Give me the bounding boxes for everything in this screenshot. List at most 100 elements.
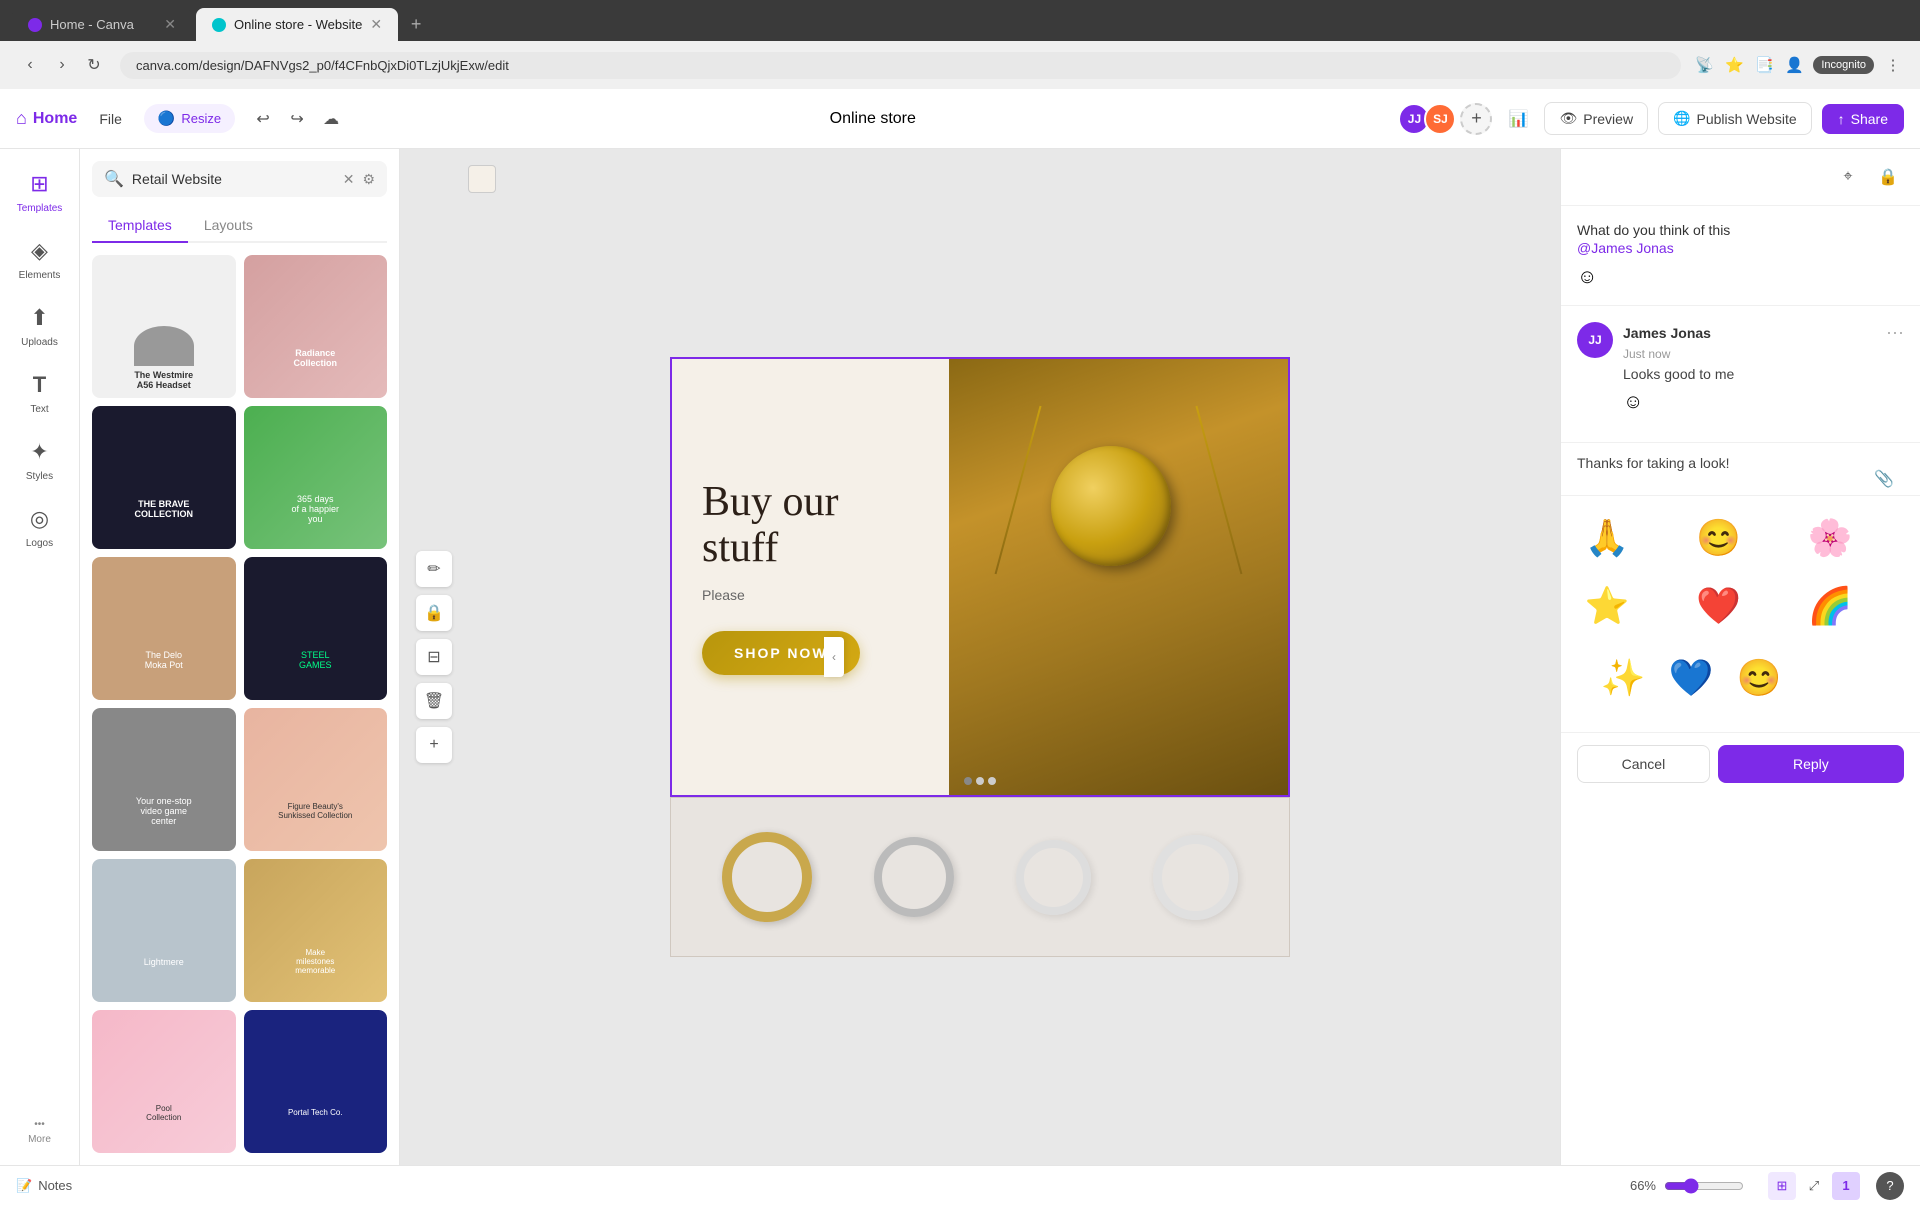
tab-layouts[interactable]: Layouts [188,209,269,243]
address-bar: ‹ › ↻ canva.com/design/DAFNVgs2_p0/f4CFn… [0,41,1920,89]
canvas-tool-group[interactable]: ⊟ [416,639,452,675]
page-count[interactable]: 1 [1832,1172,1860,1200]
emoji-smile-face[interactable]: 😊 [1729,648,1789,708]
back-button[interactable]: ‹ [16,51,44,79]
url-bar[interactable]: canva.com/design/DAFNVgs2_p0/f4CFnbQjxDi… [120,52,1681,79]
smiley-emoji-prompt[interactable]: ☺ [1577,266,1597,288]
comment-menu-button[interactable]: ··· [1886,322,1904,343]
canvas-rings-section[interactable] [670,797,1290,957]
sidebar-item-elements[interactable]: ◈ Elements [4,228,76,291]
emoji-flower[interactable]: 🌸 [1800,508,1860,568]
canvas-subtext[interactable]: Please [702,587,950,603]
forward-button[interactable]: › [48,51,76,79]
template-card[interactable]: RadianceCollection [244,255,388,398]
canvas-tool-edit[interactable]: ✏ [416,551,452,587]
zoom-slider[interactable] [1664,1178,1744,1194]
search-filter-button[interactable]: ⚙ [362,171,375,188]
publish-button[interactable]: 🌐 Publish Website [1658,102,1812,135]
tab-home[interactable]: Home - Canva ✕ [12,8,192,41]
more-dots: ••• [34,1119,45,1130]
emoji-star[interactable]: ⭐ [1577,576,1637,636]
fit-view-button[interactable]: ⤢ [1800,1172,1828,1200]
sidebar-toggle-button[interactable]: ‹ [824,637,844,677]
new-tab-button[interactable]: + [402,11,430,39]
panel-lock-button[interactable]: 🔒 [1872,161,1904,193]
canvas-toolbar-left: ✏ 🔒 ⊟ 🗑 + [416,551,452,763]
panel-cursor-button[interactable]: ⌖ [1832,161,1864,193]
canvas-tool-add[interactable]: + [416,727,452,763]
analytics-button[interactable]: 📊 [1502,103,1534,135]
resize-button[interactable]: 🔵 Resize [144,104,235,133]
undo-button[interactable]: ↩ [247,103,279,135]
template-card[interactable]: The WestmireA56 Headset [92,255,236,398]
emoji-sparkle[interactable]: ✨ [1593,648,1653,708]
canvas-tool-delete[interactable]: 🗑 [416,683,452,719]
template-card[interactable]: Lightmere [92,859,236,1002]
template-card[interactable]: Makemilestonesmemorable [244,859,388,1002]
redo-button[interactable]: ↪ [281,103,313,135]
zoom-level: 66% [1630,1178,1656,1193]
browser-icons: 📡 ⭐ 📑 👤 Incognito ⋮ [1693,54,1904,76]
canvas-wrapper: Buy our stuff Please SHOP NOW [400,149,1560,1165]
template-card[interactable]: The DeloMoka Pot [92,557,236,700]
emoji-rainbow[interactable]: 🌈 [1800,576,1860,636]
preview-button[interactable]: 👁 Preview [1544,102,1648,135]
search-clear-button[interactable]: ✕ [343,171,355,188]
canvas-tool-lock[interactable]: 🔒 [416,595,452,631]
template-card[interactable]: THE BRAVECOLLECTION [92,406,236,549]
emoji-blue-heart[interactable]: 💙 [1661,648,1721,708]
grid-view-button[interactable]: ⊞ [1768,1172,1796,1200]
template-card[interactable]: Your one-stopvideo gamecenter [92,708,236,851]
comment-thread-initial: What do you think of this @James Jonas ☺ [1561,206,1920,306]
notes-button[interactable]: 📝 Notes [16,1178,72,1194]
search-input[interactable] [132,171,335,187]
canvas-headline[interactable]: Buy our stuff [702,479,950,571]
page-dot-2 [976,777,984,785]
share-button[interactable]: ↑ Share [1822,104,1904,134]
commenter-name: James Jonas [1623,325,1711,341]
reply-button[interactable]: Reply [1718,745,1904,783]
canvas-main[interactable]: Buy our stuff Please SHOP NOW [670,357,1290,797]
template-card[interactable]: STEELGAMES [244,557,388,700]
comment-prompt-emoji: ☺ [1577,266,1904,289]
template-card[interactable]: PoolCollection [92,1010,236,1153]
menu-icon[interactable]: ⋮ [1882,54,1904,76]
tab-store[interactable]: Online store - Website ✕ [196,8,398,41]
home-button[interactable]: ⌂ Home [16,108,77,129]
template-card[interactable]: Figure Beauty'sSunkissed Collection [244,708,388,851]
reply-attachment-icon[interactable]: 📎 [1874,469,1894,489]
emoji-heart[interactable]: ❤️ [1689,576,1749,636]
sidebar-item-uploads[interactable]: ⬆ Uploads [4,295,76,358]
help-button[interactable]: ? [1876,1172,1904,1200]
tab-home-close[interactable]: ✕ [164,16,176,33]
comment-smiley-emoji[interactable]: ☺ [1623,391,1643,413]
sidebar-more-button[interactable]: ••• More [20,1111,59,1153]
search-icon: 🔍 [104,169,124,189]
extensions-icon[interactable]: 📑 [1753,54,1775,76]
sidebar-styles-label: Styles [26,471,53,482]
sidebar-item-styles[interactable]: ✦ Styles [4,429,76,492]
emoji-happy[interactable]: 😊 [1689,508,1749,568]
sidebar-item-templates[interactable]: ⊞ Templates [4,161,76,224]
comment-item: JJ James Jonas ··· Just now Looks good t… [1577,322,1904,414]
cancel-button[interactable]: Cancel [1577,745,1710,783]
sidebar-text-label: Text [30,404,48,415]
emoji-pray[interactable]: 🙏 [1577,508,1637,568]
tab-store-close[interactable]: ✕ [370,16,382,33]
file-button[interactable]: File [89,105,132,133]
comment-mention[interactable]: @James Jonas [1577,240,1674,256]
save-status: ☁ [315,103,347,135]
add-collaborator-button[interactable]: + [1460,103,1492,135]
avatar-sj[interactable]: SJ [1424,103,1456,135]
template-card[interactable]: 365 daysof a happieryou [244,406,388,549]
reload-button[interactable]: ↻ [80,51,108,79]
profile-icon[interactable]: 👤 [1783,54,1805,76]
incognito-badge[interactable]: Incognito [1813,56,1874,74]
template-card[interactable]: Portal Tech Co. [244,1010,388,1153]
cast-icon[interactable]: 📡 [1693,54,1715,76]
sidebar-item-text[interactable]: T Text [4,362,76,425]
ring-diamond [1153,835,1238,920]
bookmark-icon[interactable]: ⭐ [1723,54,1745,76]
tab-templates[interactable]: Templates [92,209,188,243]
sidebar-item-logos[interactable]: ◎ Logos [4,496,76,559]
